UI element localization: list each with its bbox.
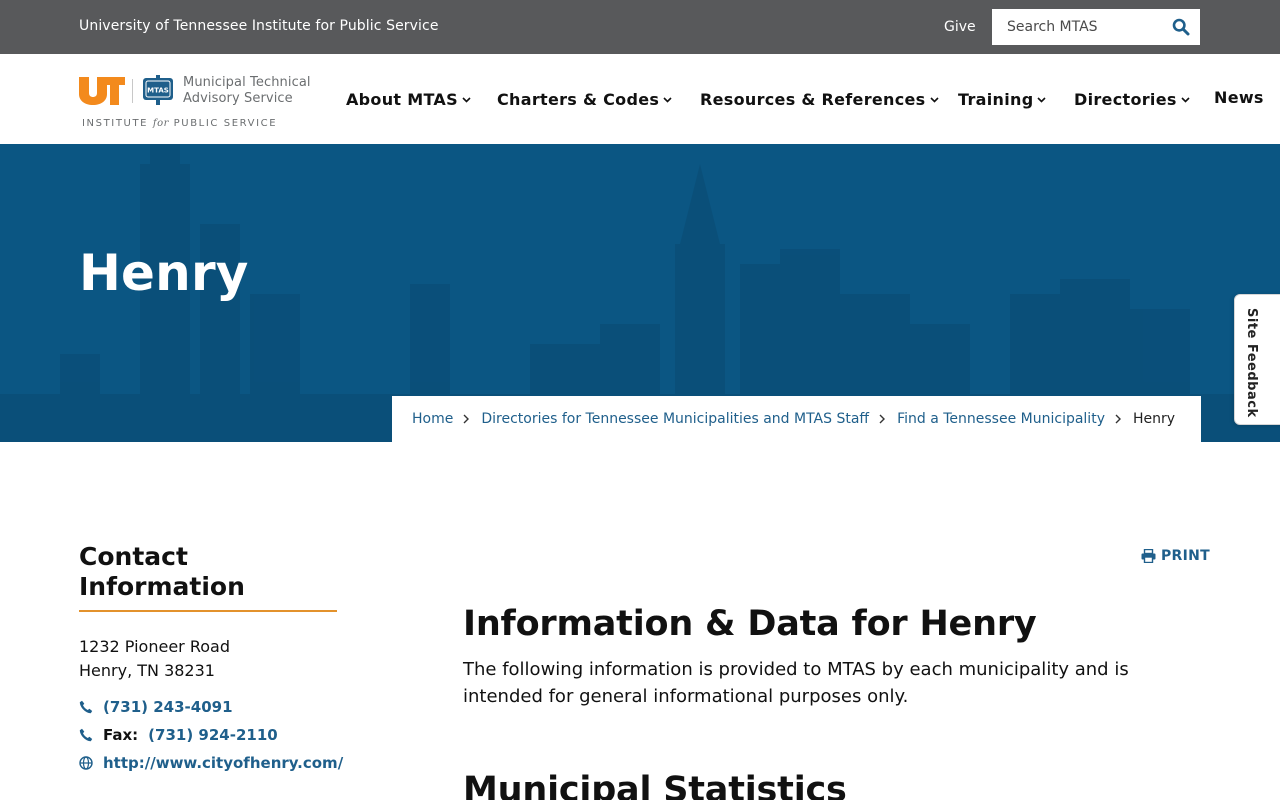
print-button[interactable]: PRINT [1141, 548, 1210, 564]
website-link[interactable]: http://www.cityofhenry.com/ [103, 754, 343, 772]
breadcrumb: Home Directories for Tennessee Municipal… [392, 396, 1201, 442]
address: 1232 Pioneer Road Henry, TN 38231 [79, 635, 230, 683]
site-feedback-label: Site Feedback [1244, 308, 1259, 418]
chevron-down-icon [929, 97, 939, 103]
search-input[interactable] [992, 9, 1162, 45]
globe-icon [79, 756, 93, 770]
site-feedback-tab[interactable]: Site Feedback [1234, 294, 1280, 425]
mtas-logo[interactable]: MTAS Municipal Technical Advisory Servic… [79, 74, 319, 132]
page-title: Henry [79, 244, 249, 302]
breadcrumb-current: Henry [1132, 411, 1176, 427]
logo-divider [132, 79, 133, 103]
address-line-1: 1232 Pioneer Road [79, 637, 230, 656]
nav-directories[interactable]: Directories [1074, 90, 1190, 109]
chevron-right-icon [463, 414, 470, 424]
give-link[interactable]: Give [944, 19, 976, 35]
chevron-down-icon [462, 97, 471, 103]
fax-label: Fax: [103, 726, 139, 744]
chevron-down-icon [1037, 97, 1047, 103]
search-icon[interactable] [1172, 18, 1190, 36]
site-header: MTAS Municipal Technical Advisory Servic… [0, 54, 1280, 144]
ut-logo-icon [79, 77, 125, 105]
chevron-down-icon [663, 97, 672, 103]
info-heading: Information & Data for Henry [463, 604, 1037, 644]
breadcrumb-home[interactable]: Home [412, 411, 453, 427]
statistics-heading: Municipal Statistics [463, 770, 847, 800]
utility-bar: University of Tennessee Institute for Pu… [0, 0, 1280, 54]
contact-heading: Contact Information [79, 542, 337, 612]
nav-resources-references[interactable]: Resources & References [700, 90, 939, 109]
chevron-right-icon [879, 414, 886, 424]
address-line-2: Henry, TN 38231 [79, 661, 215, 680]
svg-text:MTAS: MTAS [147, 87, 169, 95]
chevron-down-icon [1181, 97, 1190, 103]
fax-link[interactable]: (731) 924-2110 [148, 726, 278, 744]
nav-charters-codes[interactable]: Charters & Codes [497, 90, 672, 109]
nav-training[interactable]: Training [958, 90, 1047, 109]
fax-row: Fax: (731) 924-2110 [79, 726, 278, 744]
breadcrumb-find-municipality[interactable]: Find a Tennessee Municipality [897, 411, 1105, 427]
phone-icon [79, 700, 93, 714]
institute-link[interactable]: University of Tennessee Institute for Pu… [79, 18, 439, 34]
logo-ips-tagline: INSTITUTE for PUBLIC SERVICE [82, 118, 278, 129]
phone-link[interactable]: (731) 243-4091 [103, 698, 233, 716]
nav-news[interactable]: News [1214, 88, 1264, 107]
phone-row: (731) 243-4091 [79, 698, 233, 716]
info-intro: The following information is provided to… [463, 659, 1129, 707]
nav-about-mtas[interactable]: About MTAS [346, 90, 471, 109]
logo-name: Municipal Technical Advisory Service [183, 75, 311, 106]
search-box [992, 9, 1200, 45]
printer-icon [1141, 549, 1156, 563]
chevron-right-icon [1115, 414, 1121, 424]
mtas-seal-icon: MTAS [143, 75, 173, 105]
website-row: http://www.cityofhenry.com/ [79, 754, 343, 772]
phone-icon [79, 728, 93, 742]
breadcrumb-directories[interactable]: Directories for Tennessee Municipalities… [481, 411, 869, 427]
print-label: PRINT [1161, 548, 1211, 564]
